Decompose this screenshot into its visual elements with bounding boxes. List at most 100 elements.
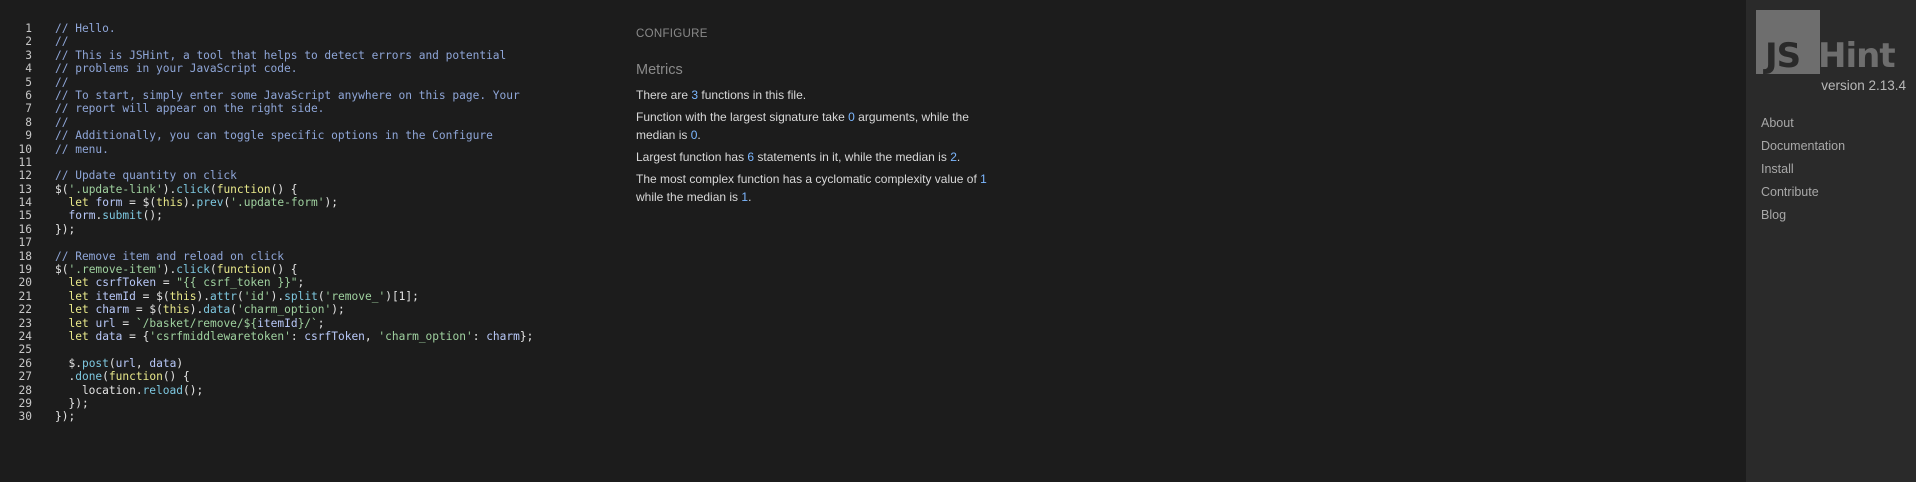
code-line[interactable]: 25 <box>0 343 610 356</box>
code-text: form.submit(); <box>55 209 162 222</box>
code-text: }); <box>55 397 88 410</box>
code-token: // This is JSHint, a tool that helps to … <box>55 48 507 62</box>
code-editor[interactable]: 1 // Hello. 2 // 3 // This is JSHint, a tool … <box>0 22 610 452</box>
code-line[interactable]: 16}); <box>0 223 610 236</box>
code-line[interactable]: 23 let url = `/basket/remove/${itemId}/`… <box>0 317 610 330</box>
code-token: ( <box>317 289 325 303</box>
code-token: ); <box>331 303 345 317</box>
code-line[interactable]: 7 // report will appear on the right side… <box>0 102 610 115</box>
code-token: prev <box>196 196 224 210</box>
code-line[interactable]: 11 <box>0 156 610 169</box>
code-token: 'id' <box>243 289 271 303</box>
code-token: '.remove-item' <box>68 263 163 277</box>
code-token: charm <box>486 329 520 343</box>
metric-text: while the median is <box>636 190 742 204</box>
line-number: 25 <box>18 343 32 357</box>
line-number: 5 <box>25 75 32 89</box>
nav-documentation[interactable]: Documentation <box>1761 135 1845 158</box>
line-number: 22 <box>18 303 32 317</box>
code-token: }; <box>519 329 534 343</box>
code-line[interactable]: 29 }); <box>0 397 610 410</box>
nav-about[interactable]: About <box>1761 112 1845 135</box>
code-token: '.update-link' <box>68 182 163 196</box>
code-line[interactable]: 27 .done(function() { <box>0 370 610 383</box>
code-token: () { <box>270 263 298 277</box>
line-number: 23 <box>18 316 32 330</box>
code-line[interactable]: 22 let charm = $(this).data('charm_optio… <box>0 303 610 316</box>
nav-blog[interactable]: Blog <box>1761 204 1845 227</box>
code-text: // report will appear on the right side. <box>55 102 324 115</box>
line-number: 18 <box>18 249 32 263</box>
code-line[interactable]: 3 // This is JSHint, a tool that helps to… <box>0 49 610 62</box>
code-line[interactable]: 30}); <box>0 410 610 423</box>
code-token: ( <box>230 303 237 317</box>
line-number: 27 <box>18 370 32 384</box>
code-line[interactable]: 19 $('.remove-item').click(function() { <box>0 263 610 276</box>
code-line[interactable]: 12 // Update quantity on click <box>0 169 610 182</box>
line-number: 10 <box>18 142 32 156</box>
code-token: // Hello. <box>55 22 116 35</box>
code-token: data <box>203 303 231 317</box>
code-token: 'charm_option' <box>236 303 332 317</box>
code-token: , <box>364 329 379 343</box>
code-line[interactable]: 18 // Remove item and reload on click <box>0 250 610 263</box>
line-number: 26 <box>18 356 32 370</box>
line-number: 4 <box>25 62 32 76</box>
metric-text: functions in this file. <box>698 88 807 102</box>
code-token: click <box>176 182 210 196</box>
line-number: 14 <box>18 196 32 210</box>
code-token: 'remove_' <box>324 289 386 303</box>
code-token: this <box>156 196 184 210</box>
code-line[interactable]: 4 // problems in your JavaScript code. <box>0 62 610 75</box>
code-token: attr <box>210 289 237 303</box>
code-token: ( <box>209 263 217 277</box>
line-number: 20 <box>18 276 32 290</box>
code-token: let <box>68 276 89 290</box>
metric-value: 1 <box>980 172 987 186</box>
code-line[interactable]: 17 <box>0 236 610 249</box>
code-line[interactable]: 14 let form = $(this).prev('.update-form… <box>0 196 610 209</box>
metric-value: 0 <box>848 110 855 124</box>
metric-line: Largest function has 6 statements in it,… <box>636 148 996 166</box>
nav-install[interactable]: Install <box>1761 158 1845 181</box>
code-line[interactable]: 15 form.submit(); <box>0 209 610 222</box>
code-line[interactable]: 13 $('.update-link').click(function() { <box>0 183 610 196</box>
code-token: )[1]; <box>385 289 419 303</box>
line-number: 21 <box>18 289 32 303</box>
code-line[interactable]: 10 // menu. <box>0 143 610 156</box>
code-text: $('.remove-item').click(function() { <box>55 263 298 276</box>
code-line[interactable]: 20 let csrfToken = "{{ csrf_token }}"; <box>0 276 610 289</box>
code-text: // Additionally, you can toggle specific… <box>55 129 493 142</box>
code-token: , <box>135 356 150 370</box>
configure-link[interactable]: CONFIGURE <box>636 28 708 40</box>
code-line[interactable]: 28 location.reload(); <box>0 384 610 397</box>
code-line[interactable]: 8 // <box>0 116 610 129</box>
code-text: }); <box>55 223 75 236</box>
code-line[interactable]: 5 // <box>0 76 610 89</box>
code-token: (); <box>182 383 204 397</box>
code-text: // This is JSHint, a tool that helps to … <box>55 49 506 62</box>
nav-contribute[interactable]: Contribute <box>1761 181 1845 204</box>
code-line[interactable]: 24 let data = {'csrfmiddlewaretoken': cs… <box>0 330 610 343</box>
jshint-logo[interactable]: JS Hint <box>1756 10 1906 76</box>
code-line[interactable]: 2 // <box>0 35 610 48</box>
code-token: '.update-form' <box>230 196 325 210</box>
code-text: let data = {'csrfmiddlewaretoken': csrfT… <box>55 330 533 343</box>
code-token: }/` <box>297 316 318 330</box>
code-text: // Remove item and reload on click <box>55 250 284 263</box>
code-token: post <box>81 356 109 370</box>
code-text: let csrfToken = "{{ csrf_token }}"; <box>55 276 304 289</box>
code-token: this <box>162 303 190 317</box>
code-text: // <box>55 116 68 129</box>
code-token: reload <box>142 383 183 397</box>
code-token: = <box>156 276 177 290</box>
code-line[interactable]: 6 // To start, simply enter some JavaScri… <box>0 89 610 102</box>
metric-text: . <box>956 150 961 164</box>
code-line[interactable]: 26 $.post(url, data) <box>0 357 610 370</box>
code-token: ; <box>297 276 305 290</box>
code-line[interactable]: 1 // Hello. <box>0 22 610 35</box>
code-line[interactable]: 21 let itemId = $(this).attr('id').split… <box>0 290 610 303</box>
code-line[interactable]: 9 // Additionally, you can toggle specifi… <box>0 129 610 142</box>
code-token: () { <box>162 370 190 384</box>
line-number: 16 <box>18 222 32 236</box>
